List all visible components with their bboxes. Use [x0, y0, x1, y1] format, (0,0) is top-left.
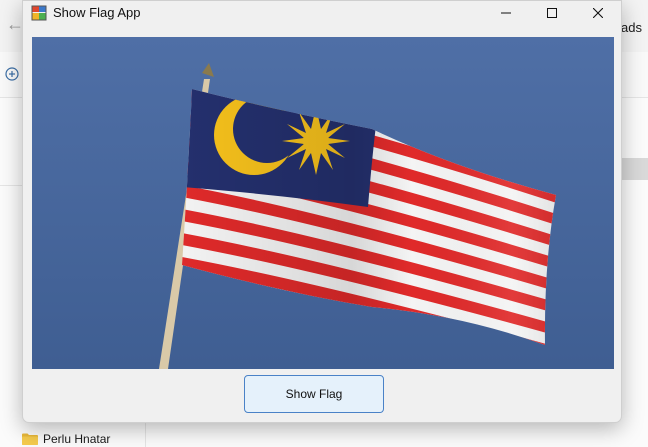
window-title: Show Flag App [53, 5, 141, 20]
minimize-button[interactable] [483, 1, 529, 25]
malaysia-flag-image [32, 37, 614, 369]
background-divider [145, 420, 146, 447]
maximize-button[interactable] [529, 1, 575, 25]
app-icon [31, 5, 47, 21]
show-flag-button[interactable]: Show Flag [244, 375, 384, 413]
maximize-icon [547, 8, 557, 18]
close-icon [593, 8, 603, 18]
new-plus-icon[interactable] [5, 67, 19, 81]
sidebar-item-label[interactable]: Perlu Hnatar [43, 432, 110, 446]
folder-icon [22, 433, 38, 445]
minimize-icon [501, 12, 511, 14]
show-flag-app-window: Show Flag App Show Flag [22, 0, 622, 423]
title-bar[interactable]: Show Flag App [23, 1, 621, 25]
flag-picture-box [32, 37, 614, 369]
background-partial-label: ads [621, 20, 642, 35]
background-selected-row [622, 158, 648, 180]
close-button[interactable] [575, 1, 621, 25]
background-left-panel [0, 97, 22, 186]
